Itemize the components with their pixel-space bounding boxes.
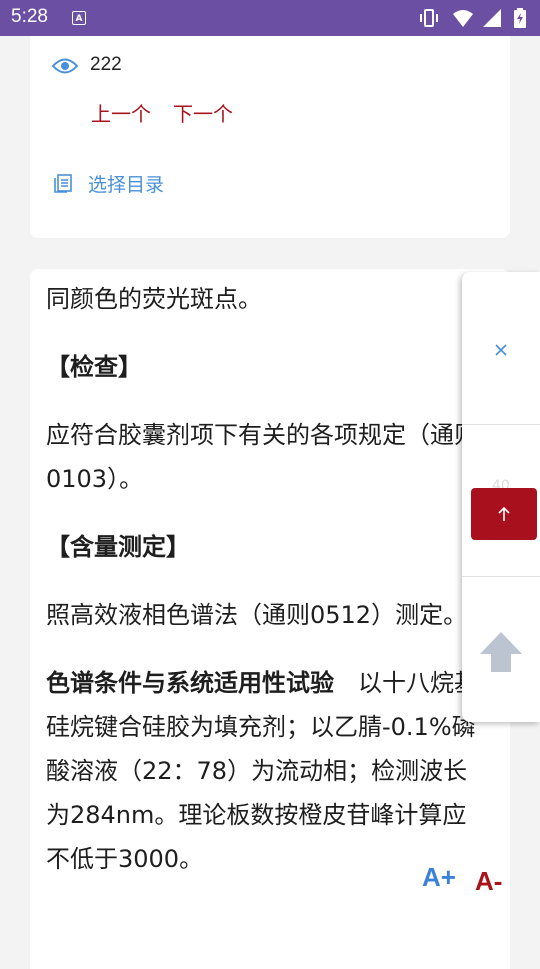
paragraph-3: 照高效液相色谱法（通则0512）测定。 xyxy=(46,601,468,629)
panel-divider xyxy=(462,424,540,425)
eye-icon xyxy=(52,58,78,74)
signal-icon xyxy=(483,9,501,27)
wifi-icon xyxy=(453,10,473,27)
catalog-icon xyxy=(54,174,72,193)
arrow-up-icon xyxy=(498,506,510,521)
status-bar: 5:28 A xyxy=(0,0,540,36)
status-time: 5:28 xyxy=(11,6,48,27)
paragraph-2: 应符合胶囊剂项下有关的各项规定（通则0103）。 xyxy=(46,421,478,493)
heading-assay: 【含量测定】 xyxy=(46,533,190,561)
prev-article-link[interactable]: 上一个 xyxy=(91,98,151,127)
article-meta-card: 222 上一个 下一个 选择目录 xyxy=(30,36,510,238)
arrow-up-large-icon[interactable] xyxy=(478,630,524,676)
vibrate-icon xyxy=(420,9,438,27)
next-article-link[interactable]: 下一个 xyxy=(173,98,233,127)
font-increase-icon[interactable]: A+ xyxy=(422,862,456,893)
paragraph-4-title: 色谱条件与系统适用性试验 xyxy=(46,669,334,697)
notification-a-icon: A xyxy=(72,11,86,25)
battery-icon xyxy=(514,8,526,28)
heading-check: 【检查】 xyxy=(46,353,142,381)
font-decrease-icon[interactable]: A- xyxy=(475,866,502,897)
paragraph-4: 色谱条件与系统适用性试验 以十八烷基硅烷键合硅胶为填充剂；以乙腈-0.1%磷酸溶… xyxy=(46,661,486,881)
scroll-top-button[interactable] xyxy=(471,488,537,540)
views-count: 222 xyxy=(90,54,122,75)
article-body: 同颜色的荧光斑点。 【检查】 应符合胶囊剂项下有关的各项规定（通则0103）。 … xyxy=(46,277,486,905)
panel-divider xyxy=(462,576,540,577)
paragraph-4-text: 以十八烷基硅烷键合硅胶为填充剂；以乙腈-0.1%磷酸溶液（22：78）为流动相；… xyxy=(46,669,478,873)
close-icon[interactable] xyxy=(493,342,509,358)
paragraph-1: 同颜色的荧光斑点。 xyxy=(46,285,262,313)
select-catalog-label: 选择目录 xyxy=(88,174,165,196)
